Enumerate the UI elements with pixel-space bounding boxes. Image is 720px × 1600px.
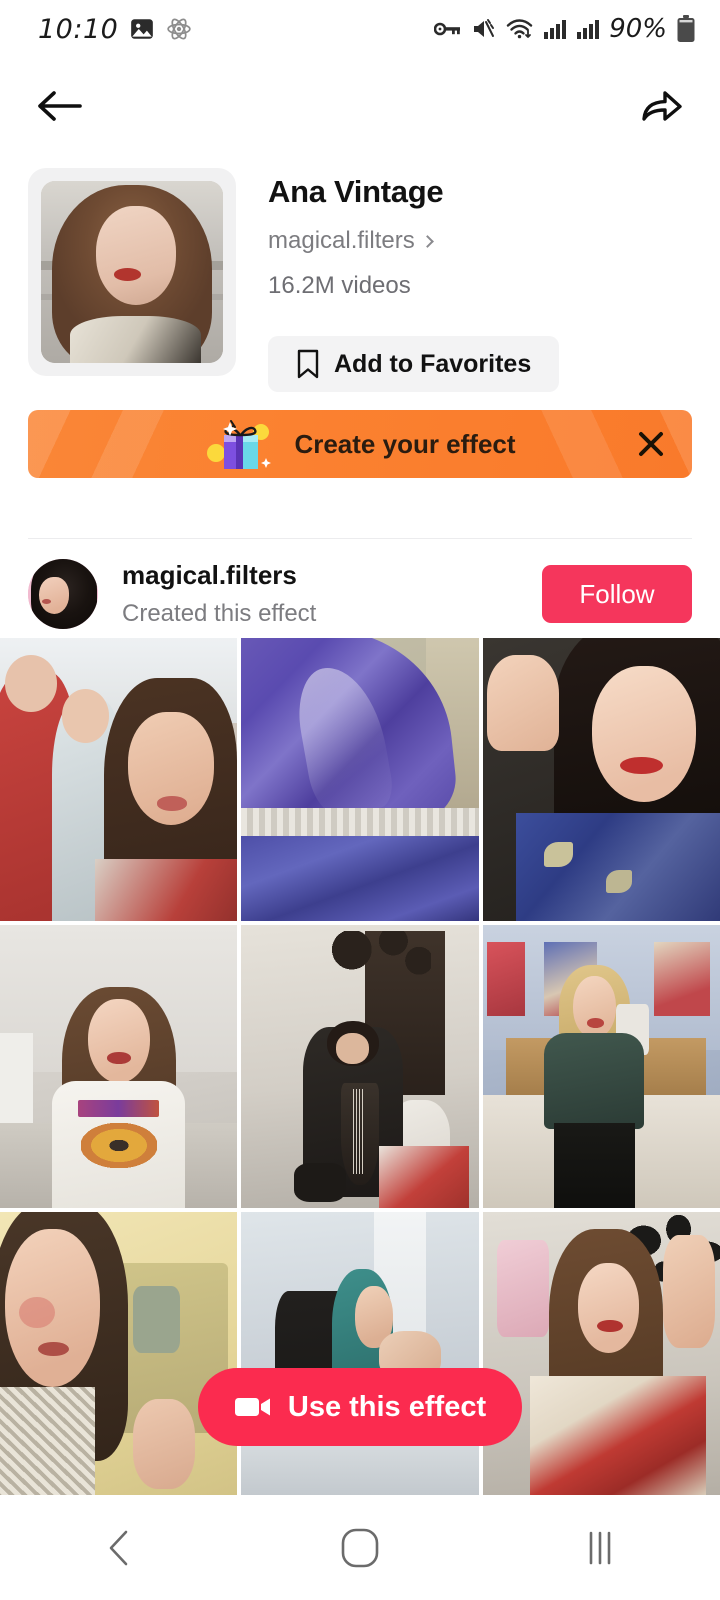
nav-recents-icon [589, 1531, 611, 1565]
creator-info[interactable]: magical.filters Created this effect [122, 560, 542, 628]
status-clock: 10:10 [38, 13, 119, 45]
signal-bars-2-icon [577, 20, 600, 39]
image-icon [131, 19, 154, 39]
follow-button-label: Follow [579, 578, 655, 609]
use-this-effect-button[interactable]: Use this effect [198, 1368, 522, 1446]
effect-thumbnail-card[interactable] [28, 168, 236, 376]
status-bar: 10:10 90% [0, 0, 720, 58]
atom-icon [167, 18, 192, 40]
system-navigation-bar [0, 1496, 720, 1600]
effect-video-count: 16.2M videos [268, 272, 411, 299]
battery-icon [677, 15, 695, 42]
video-thumbnail-3[interactable] [482, 638, 720, 921]
video-thumbnail-4[interactable] [0, 925, 238, 1208]
bookmark-icon [297, 349, 319, 379]
app-screen: 10:10 90% Ana Vintage magical.filters 16… [0, 0, 720, 1600]
effect-thumbnail-image [41, 181, 223, 363]
follow-button[interactable]: Follow [542, 565, 692, 623]
back-button[interactable] [30, 77, 88, 135]
video-thumbnail-8[interactable] [241, 1212, 479, 1495]
video-thumbnail-5[interactable] [241, 925, 479, 1208]
close-x-icon [639, 432, 663, 456]
nav-home-button[interactable] [305, 1496, 415, 1600]
banner-close-button[interactable] [636, 429, 666, 459]
video-grid [0, 638, 720, 1495]
effect-title: Ana Vintage [268, 174, 444, 209]
video-thumbnail-2[interactable] [241, 638, 479, 921]
status-bar-right: 90% [434, 14, 696, 44]
nav-back-button[interactable] [65, 1496, 175, 1600]
gift-box-icon [207, 420, 272, 469]
back-arrow-icon [38, 91, 82, 121]
video-thumbnail-1[interactable] [0, 638, 238, 921]
status-bar-left: 10:10 [38, 14, 192, 45]
video-thumbnail-9[interactable] [482, 1212, 720, 1495]
banner-content: Create your effect [204, 413, 516, 475]
add-to-favorites-label: Add to Favorites [334, 349, 532, 378]
creator-avatar[interactable] [28, 559, 98, 629]
mute-vibrate-icon [474, 19, 495, 37]
creator-subtitle: Created this effect [122, 600, 317, 627]
video-thumbnail-7[interactable] [0, 1212, 238, 1495]
create-your-effect-banner[interactable]: Create your effect [28, 410, 692, 478]
battery-percent: 90% [609, 14, 667, 44]
add-to-favorites-button[interactable]: Add to Favorites [268, 336, 560, 392]
signal-bars-icon [544, 20, 567, 39]
effect-header: Ana Vintage magical.filters 16.2M videos… [0, 168, 720, 392]
share-button[interactable] [632, 77, 690, 135]
use-this-effect-label: Use this effect [287, 1390, 487, 1423]
creator-row: magical.filters Created this effect Foll… [0, 550, 720, 638]
nav-home-icon [341, 1528, 379, 1568]
effect-author-link[interactable]: magical.filters [268, 227, 559, 255]
effect-author-name: magical.filters [268, 227, 415, 254]
video-camera-icon [234, 1398, 270, 1416]
nav-back-icon [109, 1530, 128, 1566]
section-divider [28, 538, 692, 539]
creator-username: magical.filters [122, 560, 297, 590]
top-navigation-bar [0, 58, 720, 154]
share-arrow-icon [642, 91, 682, 121]
vpn-key-icon [434, 22, 461, 36]
video-thumbnail-6[interactable] [482, 925, 720, 1208]
wifi-icon [507, 19, 533, 39]
effect-metadata: Ana Vintage magical.filters 16.2M videos… [236, 168, 560, 392]
chevron-right-icon [420, 234, 434, 248]
banner-text: Create your effect [294, 428, 516, 459]
nav-recents-button[interactable] [545, 1496, 655, 1600]
